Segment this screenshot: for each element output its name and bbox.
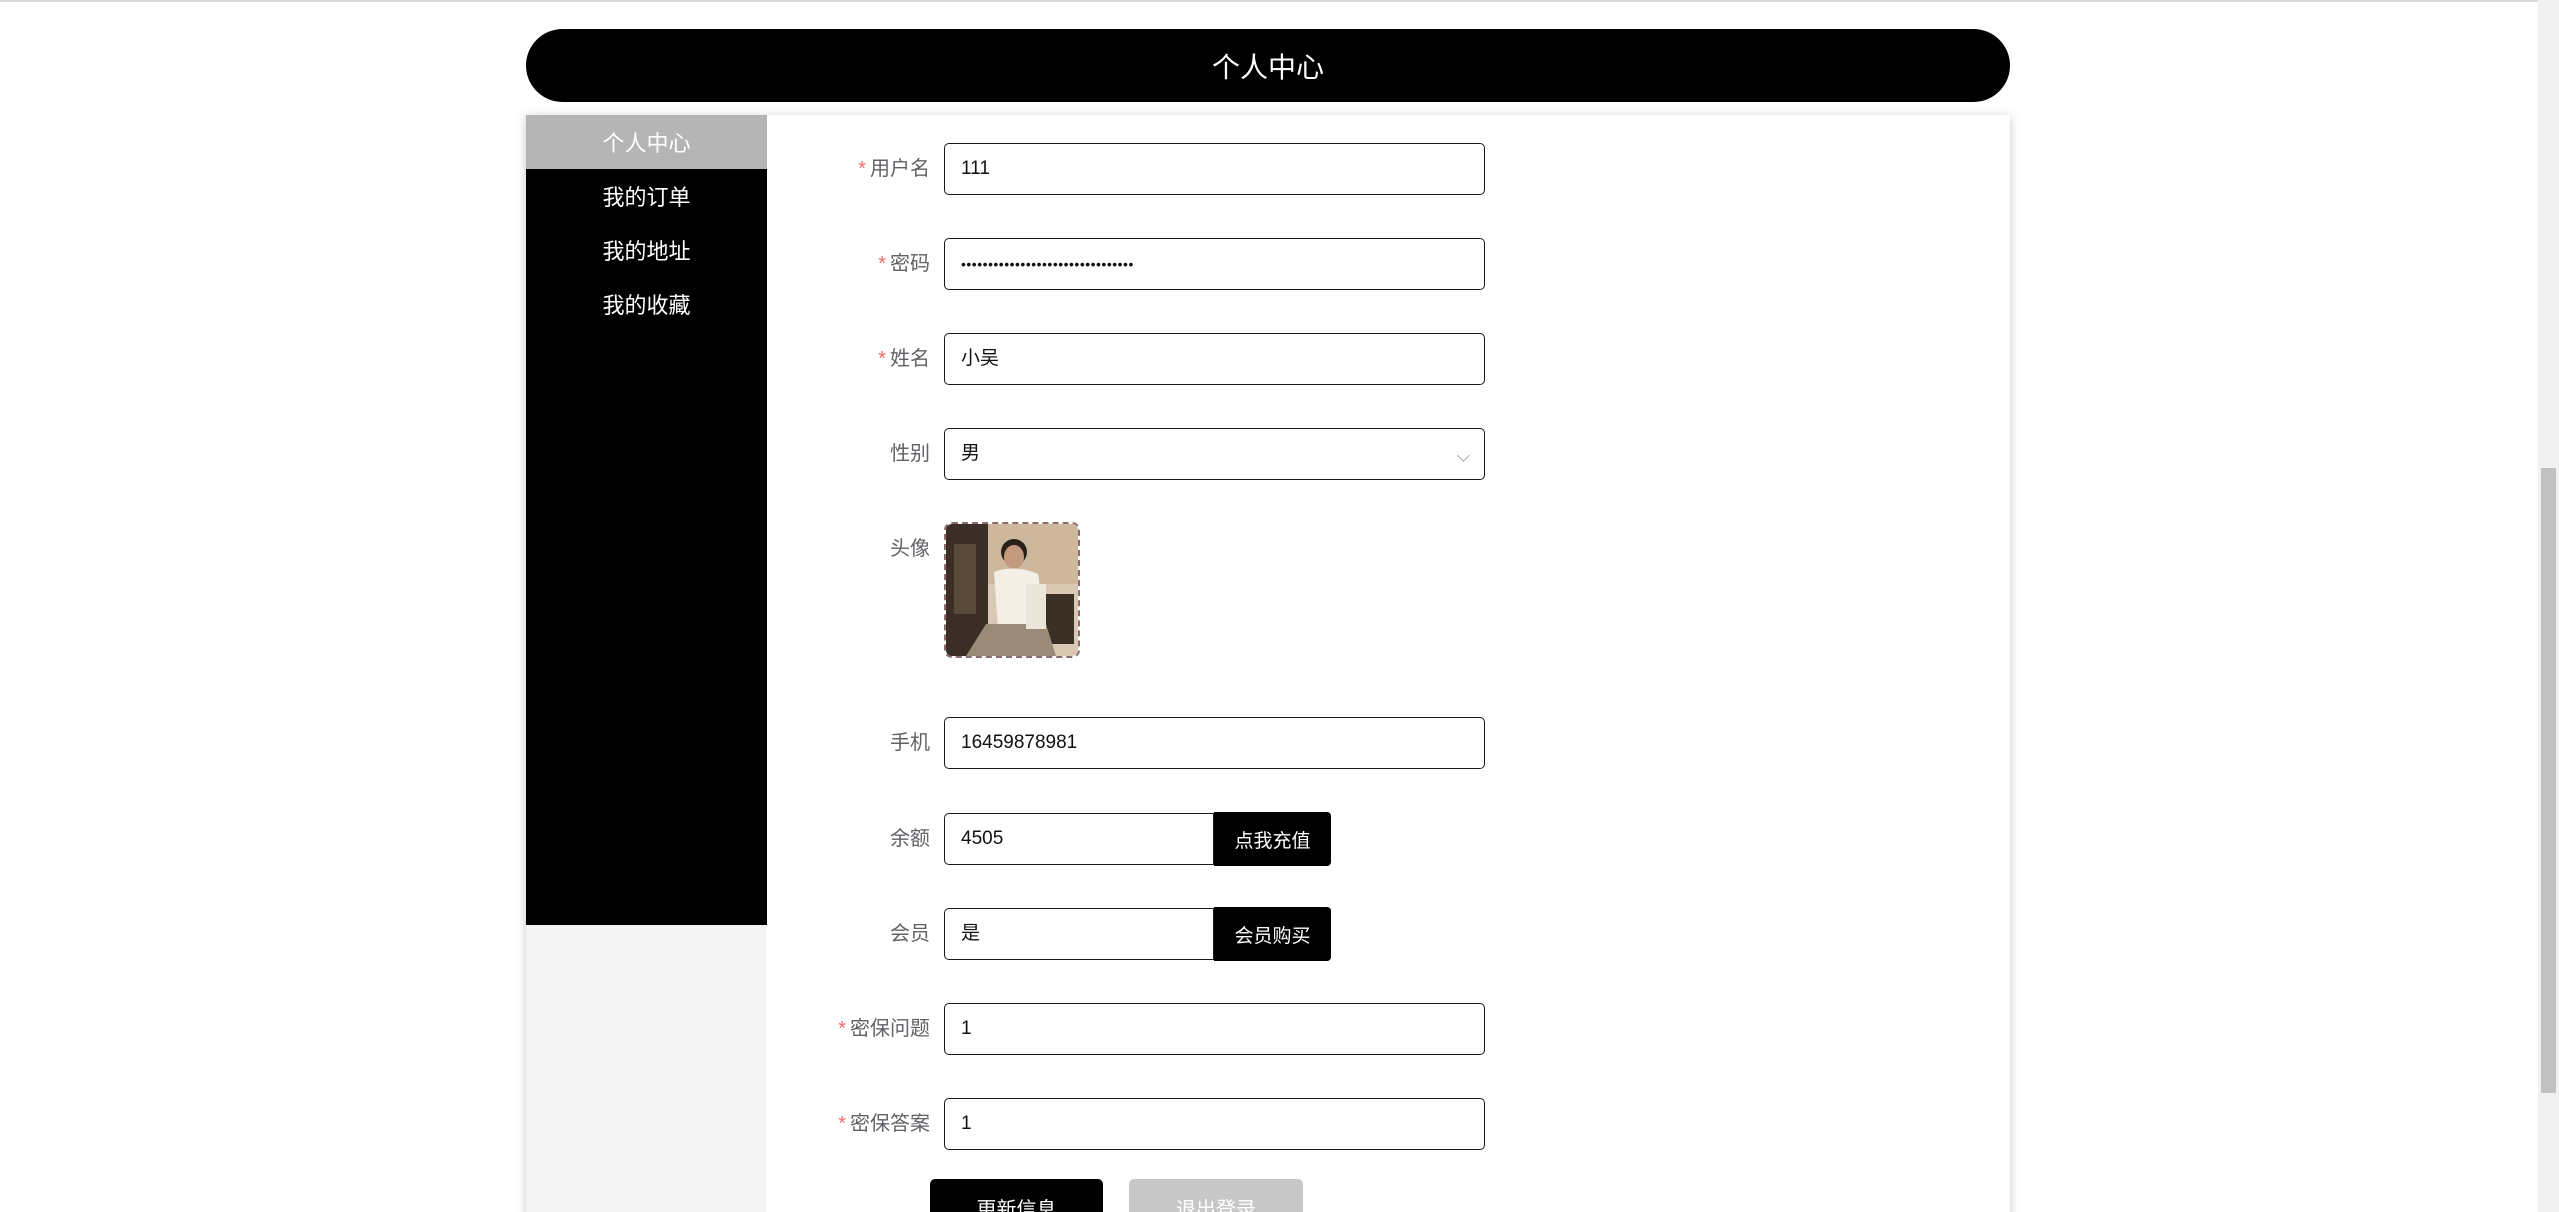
page-title: 个人中心 — [526, 29, 2010, 102]
avatar-photo — [946, 524, 1078, 656]
scrollbar-thumb[interactable] — [2541, 468, 2556, 1093]
name-input[interactable]: 小吴 — [944, 333, 1485, 385]
sidebar-item-label: 我的地址 — [602, 239, 691, 264]
recharge-button[interactable]: 点我充值 — [1214, 812, 1331, 866]
buy-membership-button[interactable]: 会员购买 — [1214, 907, 1331, 961]
page-title-text: 个人中心 — [1211, 51, 1324, 83]
balance-label: 余额 — [890, 828, 930, 850]
page: 个人中心 个人中心 我的订单 我的地址 我的收藏 * 用户名 111 * 密码 … — [0, 0, 2559, 1212]
security-question-input[interactable]: 1 — [944, 1003, 1485, 1055]
phone-label: 手机 — [890, 732, 930, 754]
sidebar-item-label: 我的订单 — [602, 185, 691, 210]
name-label: * 姓名 — [878, 348, 930, 370]
gender-select[interactable]: 男 — [944, 428, 1485, 480]
avatar-label: 头像 — [890, 538, 930, 560]
security-answer-label: * 密保答案 — [838, 1113, 930, 1135]
password-label: * 密码 — [878, 253, 930, 275]
username-input[interactable]: 111 — [944, 143, 1485, 195]
profile-panel: 个人中心 我的订单 我的地址 我的收藏 * 用户名 111 * 密码 •••••••… — [526, 115, 2010, 1212]
top-divider — [0, 0, 2559, 2]
update-info-button[interactable]: 更新信息 — [930, 1179, 1103, 1212]
gender-label: 性别 — [890, 443, 930, 465]
password-input[interactable]: •••••••••••••••••••••••••••••••• — [944, 238, 1485, 290]
member-label: 会员 — [890, 923, 930, 945]
sidebar-item-label: 我的收藏 — [602, 293, 691, 318]
security-question-label: * 密保问题 — [838, 1018, 930, 1040]
avatar-upload[interactable] — [944, 522, 1080, 658]
phone-input[interactable]: 16459878981 — [944, 717, 1485, 769]
logout-button[interactable]: 退出登录 — [1129, 1179, 1303, 1212]
username-label: * 用户名 — [858, 158, 930, 180]
chevron-down-icon — [1457, 449, 1470, 462]
security-answer-input[interactable]: 1 — [944, 1098, 1485, 1150]
member-input[interactable]: 是 — [944, 908, 1214, 960]
balance-input[interactable]: 4505 — [944, 813, 1214, 865]
sidebar-item-label: 个人中心 — [602, 131, 691, 156]
